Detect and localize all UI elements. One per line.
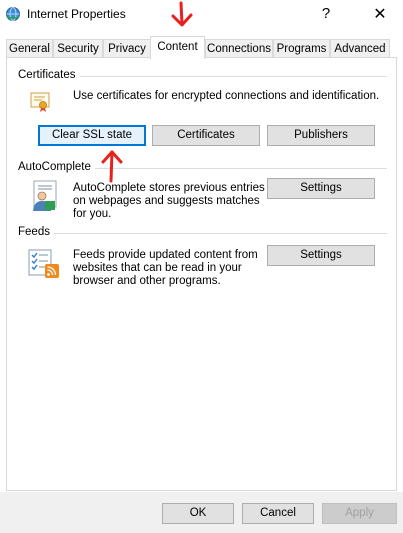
tab-privacy[interactable]: Privacy [103, 39, 151, 58]
feeds-icon [28, 249, 62, 282]
red-arrow-up-annotation [97, 146, 127, 187]
feeds-description-line-1: Feeds provide updated content from [73, 249, 258, 261]
autocomplete-group-line [90, 168, 387, 169]
ok-button[interactable]: OK [162, 503, 234, 524]
clear-ssl-state-button[interactable]: Clear SSL state [38, 125, 146, 146]
title-bar[interactable]: Internet Properties ? ✕ [0, 0, 403, 30]
certificates-heading: Certificates [18, 69, 80, 81]
tab-general[interactable]: General [6, 39, 53, 58]
certificates-group-line [80, 76, 387, 77]
window-title: Internet Properties [27, 7, 126, 21]
apply-button: Apply [322, 503, 397, 524]
feeds-group-line [52, 233, 387, 234]
user-form-icon [30, 180, 60, 215]
help-button[interactable]: ? [318, 5, 334, 23]
tab-advanced[interactable]: Advanced [330, 39, 390, 58]
autocomplete-description-line-3: for you. [73, 208, 112, 220]
feeds-description-line-3: browser and other programs. [73, 275, 221, 287]
tab-content[interactable]: Content [150, 36, 205, 59]
publishers-button[interactable]: Publishers [267, 125, 375, 146]
certificates-button[interactable]: Certificates [152, 125, 260, 146]
close-button[interactable]: ✕ [368, 4, 392, 26]
autocomplete-heading: AutoComplete [18, 161, 95, 173]
tab-strip: General Security Privacy Content Connect… [0, 36, 403, 59]
feeds-description-line-2: websites that can be read in your [73, 262, 242, 274]
feeds-settings-button[interactable]: Settings [267, 245, 375, 266]
tab-connections[interactable]: Connections [205, 39, 273, 58]
tab-security[interactable]: Security [53, 39, 103, 58]
cancel-button[interactable]: Cancel [242, 503, 314, 524]
red-arrow-down-annotation [168, 0, 196, 33]
internet-globe-icon [5, 6, 21, 22]
certificates-description: Use certificates for encrypted connectio… [73, 90, 380, 102]
autocomplete-description-line-2: on webpages and suggests matches [73, 195, 260, 207]
certificate-icon [29, 90, 51, 115]
autocomplete-settings-button[interactable]: Settings [267, 178, 375, 199]
internet-properties-dialog: Internet Properties ? ✕ General Security… [0, 0, 403, 533]
tab-programs[interactable]: Programs [273, 39, 330, 58]
feeds-heading: Feeds [18, 226, 54, 238]
